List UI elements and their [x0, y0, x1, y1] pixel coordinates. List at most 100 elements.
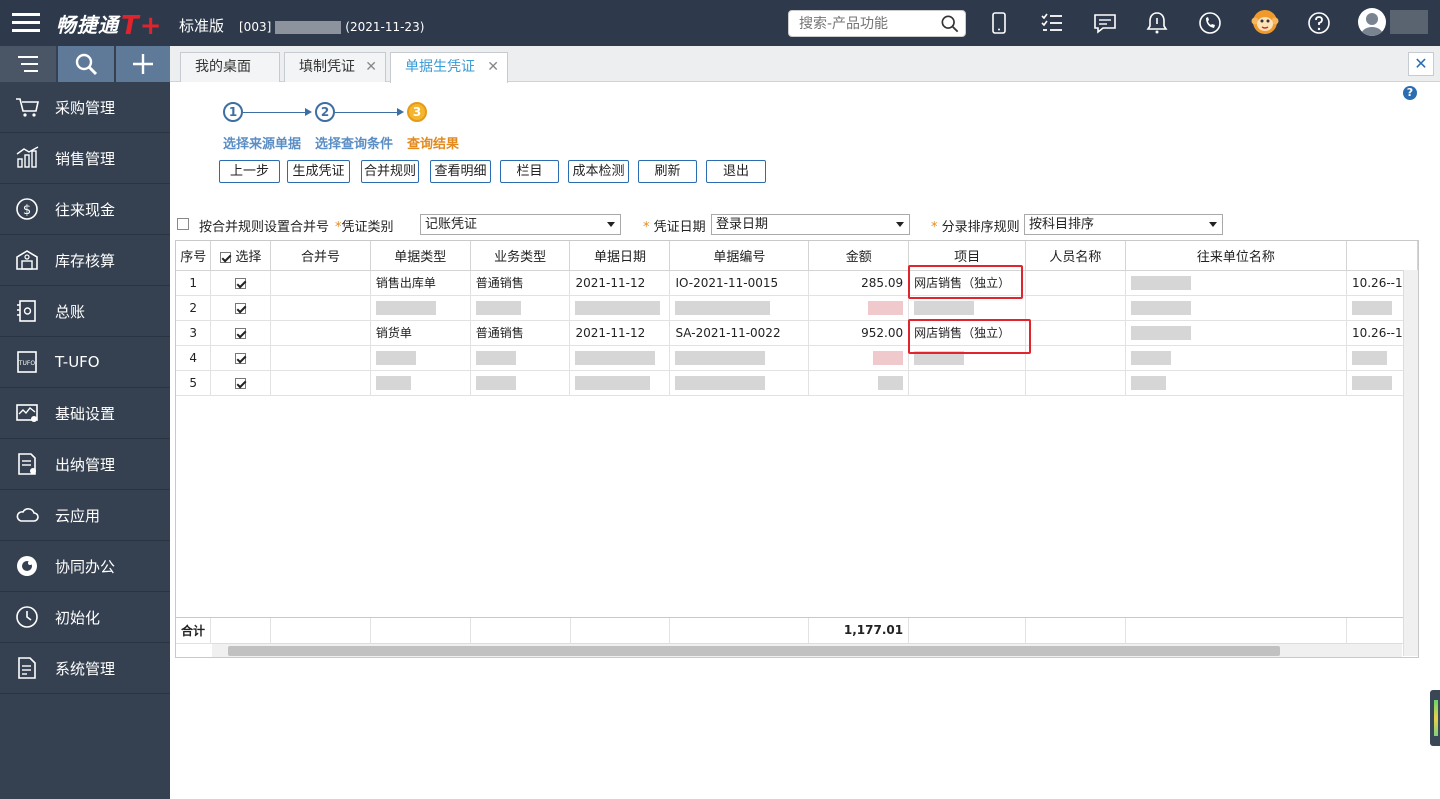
cell-redacted[interactable]	[470, 345, 571, 371]
select-all-checkbox[interactable]	[220, 251, 232, 263]
row-checkbox[interactable]	[235, 377, 247, 389]
cell-person[interactable]	[1025, 345, 1126, 371]
sidebar-item-basic-settings[interactable]: 基础设置	[0, 388, 170, 439]
collapse-menu-icon[interactable]	[0, 46, 56, 82]
search-box[interactable]	[788, 10, 966, 37]
cell-redacted[interactable]	[669, 345, 810, 371]
cell-select[interactable]	[210, 345, 272, 371]
cell-select[interactable]	[210, 370, 272, 396]
table-row[interactable]: 3 销货单 普通销售 2021-11-12 SA-2021-11-0022 95…	[176, 320, 1418, 346]
col-partner-header[interactable]: 往来单位名称	[1125, 241, 1347, 271]
sidebar-item-general-ledger[interactable]: 总账	[0, 286, 170, 337]
prev-step-button[interactable]: 上一步	[219, 160, 280, 183]
cell-redacted[interactable]	[470, 370, 571, 396]
sidebar-item-inventory[interactable]: 库存核算	[0, 235, 170, 286]
tab-fill-voucher[interactable]: 填制凭证 ✕	[284, 52, 386, 82]
user-name-redacted[interactable]	[1390, 10, 1428, 34]
voucher-type-select[interactable]: 记账凭证	[420, 214, 621, 235]
cell-redacted[interactable]	[470, 295, 571, 321]
horizontal-scrollbar[interactable]	[212, 643, 1402, 657]
cell-person[interactable]	[1025, 295, 1126, 321]
cell-doctype[interactable]: 销售出库单	[370, 270, 471, 296]
cell-redacted[interactable]	[569, 345, 671, 371]
cell-select[interactable]	[210, 270, 272, 296]
cell-project[interactable]	[908, 370, 1027, 396]
cell-number[interactable]: SA-2021-11-0022	[669, 320, 810, 346]
cost-check-button[interactable]: 成本检测	[568, 160, 629, 183]
sidebar-item-system[interactable]: 系统管理	[0, 643, 170, 694]
sidebar-item-tufo[interactable]: TUFO T-UFO	[0, 337, 170, 388]
step-2-label[interactable]: 选择查询条件	[315, 133, 393, 152]
cell-date[interactable]: 2021-11-12	[569, 320, 671, 346]
cell-doctype[interactable]: 销货单	[370, 320, 471, 346]
cell-partner[interactable]	[1125, 270, 1347, 296]
cell-date[interactable]: 2021-11-12	[569, 270, 671, 296]
col-biztype-header[interactable]: 业务类型	[470, 241, 571, 271]
table-row-redacted[interactable]: 2	[176, 295, 1418, 321]
close-all-tabs-icon[interactable]: ✕	[1408, 52, 1434, 76]
col-number-header[interactable]: 单据编号	[669, 241, 810, 271]
sidebar-item-cloud-apps[interactable]: 云应用	[0, 490, 170, 541]
close-tab-icon[interactable]: ✕	[365, 53, 377, 81]
col-merge-header[interactable]: 合并号	[270, 241, 371, 271]
sidebar-item-purchase[interactable]: 采购管理	[0, 82, 170, 133]
col-amount-header[interactable]: 金额	[808, 241, 910, 271]
merge-rule-checkbox[interactable]	[177, 218, 189, 230]
sidebar-item-collab-office[interactable]: 协同办公	[0, 541, 170, 592]
monkey-mascot-icon[interactable]	[1250, 7, 1280, 37]
horizontal-scroll-thumb[interactable]	[228, 646, 1280, 656]
help-icon[interactable]	[1306, 10, 1332, 36]
columns-button[interactable]: 栏目	[500, 160, 559, 183]
page-help-icon[interactable]: ?	[1403, 86, 1417, 100]
cell-amount[interactable]: 285.09	[808, 270, 910, 296]
cell-redacted[interactable]	[370, 345, 471, 371]
sort-rule-select[interactable]: 按科目排序	[1024, 214, 1223, 235]
generate-voucher-button[interactable]: 生成凭证	[287, 160, 350, 183]
exit-button[interactable]: 退出	[706, 160, 766, 183]
cell-redacted[interactable]	[370, 295, 471, 321]
table-row-redacted[interactable]: 4	[176, 345, 1418, 371]
cell-partner[interactable]	[1125, 320, 1347, 346]
cell-merge[interactable]	[270, 320, 371, 346]
cell-redacted[interactable]	[1125, 370, 1347, 396]
row-checkbox[interactable]	[235, 327, 247, 339]
cell-merge[interactable]	[270, 295, 371, 321]
col-doctype-header[interactable]: 单据类型	[370, 241, 471, 271]
cell-redacted[interactable]	[1125, 295, 1347, 321]
cell-merge[interactable]	[270, 370, 371, 396]
col-date-header[interactable]: 单据日期	[569, 241, 671, 271]
tab-my-desktop[interactable]: 我的桌面	[180, 52, 280, 82]
cell-person[interactable]	[1025, 370, 1126, 396]
merge-rule-button[interactable]: 合并规则	[361, 160, 419, 183]
cell-redacted[interactable]	[808, 370, 910, 396]
table-row[interactable]: 1 销售出库单 普通销售 2021-11-12 IO-2021-11-0015 …	[176, 270, 1418, 296]
cell-redacted[interactable]	[569, 295, 671, 321]
notification-icon[interactable]	[1144, 10, 1170, 36]
view-detail-button[interactable]: 查看明细	[430, 160, 491, 183]
cell-merge[interactable]	[270, 270, 371, 296]
user-avatar-icon[interactable]	[1358, 8, 1386, 36]
cell-redacted[interactable]	[669, 295, 810, 321]
cell-redacted[interactable]	[808, 345, 910, 371]
refresh-button[interactable]: 刷新	[638, 160, 697, 183]
phone-service-icon[interactable]	[1197, 10, 1223, 36]
message-icon[interactable]	[1092, 10, 1118, 36]
sidebar-item-cashier[interactable]: 出纳管理	[0, 439, 170, 490]
cell-redacted[interactable]	[1125, 345, 1347, 371]
side-widget-handle[interactable]	[1430, 690, 1440, 746]
col-person-header[interactable]: 人员名称	[1025, 241, 1126, 271]
cell-biztype[interactable]: 普通销售	[470, 270, 571, 296]
cell-redacted[interactable]	[370, 370, 471, 396]
sidebar-item-sales[interactable]: 销售管理	[0, 133, 170, 184]
tasks-icon[interactable]	[1039, 10, 1065, 36]
voucher-date-select[interactable]: 登录日期	[711, 214, 910, 235]
table-row-redacted[interactable]: 5	[176, 370, 1418, 396]
cell-biztype[interactable]: 普通销售	[470, 320, 571, 346]
col-select-header[interactable]: 选择	[210, 241, 272, 271]
sidebar-item-initialization[interactable]: 初始化	[0, 592, 170, 643]
cell-person[interactable]	[1025, 270, 1126, 296]
search-icon[interactable]	[941, 15, 959, 33]
step-1-label[interactable]: 选择来源单据	[223, 133, 301, 152]
row-checkbox[interactable]	[235, 352, 247, 364]
col-extra-header[interactable]	[1346, 241, 1418, 271]
